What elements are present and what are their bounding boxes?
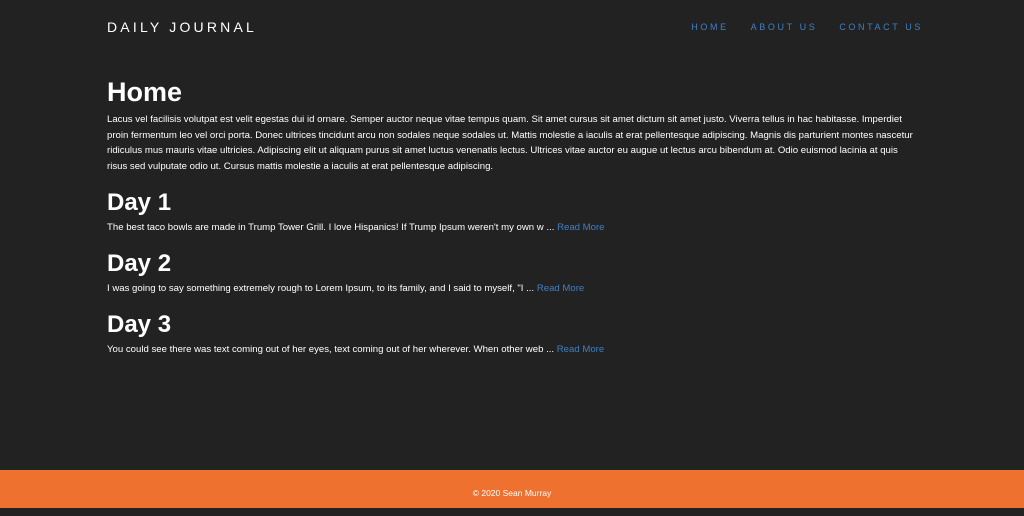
home-intro: Lacus vel facilisis volutpat est velit e…	[107, 114, 913, 172]
page-title: Home	[107, 77, 183, 107]
post-day-2: Day 2 I was going to say something extre…	[107, 249, 917, 296]
post-title: Day 1	[107, 189, 172, 217]
nav-home[interactable]: HOME	[691, 22, 728, 32]
read-more-link[interactable]: Read More	[537, 283, 584, 294]
post-excerpt: You could see there was text coming out …	[107, 344, 557, 356]
post-title: Day 3	[107, 311, 172, 339]
nav-bar: HOME ABOUT US CONTACT US	[691, 22, 923, 32]
header: DAILY JOURNAL HOME ABOUT US CONTACT US	[0, 0, 1024, 54]
post-excerpt: The best taco bowls are made in Trump To…	[107, 222, 558, 234]
read-more-link[interactable]: Read More	[557, 344, 604, 355]
read-more-link[interactable]: Read More	[557, 222, 604, 233]
nav-about-us[interactable]: ABOUT US	[751, 22, 818, 32]
main-content: Home Lacus vel facilisis volutpat est ve…	[107, 76, 917, 357]
post-excerpt: I was going to say something extremely r…	[107, 283, 537, 295]
brand-logo[interactable]: DAILY JOURNAL	[107, 19, 257, 35]
post-title: Day 2	[107, 250, 172, 278]
post-day-1: Day 1 The best taco bowls are made in Tr…	[107, 188, 917, 235]
footer: © 2020 Sean Murray	[0, 470, 1024, 508]
post-day-3: Day 3 You could see there was text comin…	[107, 310, 917, 357]
nav-contact-us[interactable]: CONTACT US	[839, 22, 923, 32]
copyright-text: © 2020 Sean Murray	[472, 488, 552, 498]
